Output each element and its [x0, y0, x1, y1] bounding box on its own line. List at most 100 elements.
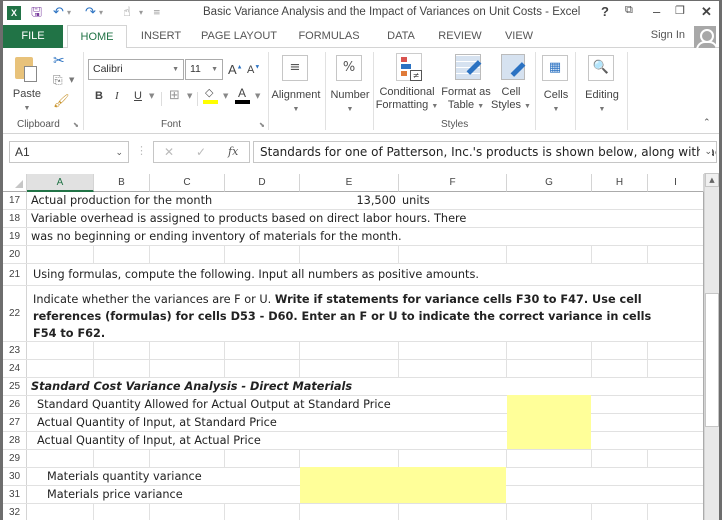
formula-input[interactable]: Standards for one of Patterson, Inc.'s p… — [253, 141, 717, 163]
column-header-a[interactable]: A — [27, 174, 94, 192]
tab-file[interactable]: FILE — [3, 25, 63, 48]
cell-a26[interactable]: Standard Quantity Allowed for Actual Out… — [37, 396, 391, 413]
row-header[interactable]: 22 — [3, 286, 27, 341]
input-cells-e30-f31[interactable] — [300, 467, 506, 503]
paste-button[interactable]: Paste ▼ — [11, 54, 45, 114]
cell-a17[interactable]: Actual production for the month — [31, 192, 212, 209]
italic-button[interactable]: I — [115, 90, 119, 102]
spreadsheet-grid[interactable]: A B C D E F G H I 17 Actual production f… — [3, 170, 719, 520]
tab-review[interactable]: REVIEW — [435, 25, 485, 48]
insert-function-icon[interactable]: fx — [228, 145, 238, 158]
copy-dropdown-icon[interactable]: ▼ — [69, 76, 74, 84]
close-icon[interactable]: ✕ — [701, 4, 712, 20]
font-name-select[interactable]: Calibri ▼ — [88, 59, 184, 80]
tab-insert[interactable]: INSERT — [133, 25, 189, 48]
column-header-c[interactable]: C — [150, 174, 225, 192]
enter-icon[interactable]: ✓ — [196, 145, 206, 159]
row-header[interactable]: 31 — [3, 486, 27, 503]
row-header[interactable]: 26 — [3, 396, 27, 413]
fill-color-button[interactable]: ◇ — [203, 86, 219, 106]
row-header[interactable]: 19 — [3, 228, 27, 245]
format-painter-icon[interactable]: 🖌 — [53, 94, 70, 109]
column-header-i[interactable]: I — [648, 174, 704, 192]
undo-icon[interactable]: ↶ — [53, 5, 64, 21]
tab-view[interactable]: VIEW — [499, 25, 539, 48]
font-launcher-icon[interactable]: ⬊ — [259, 121, 265, 129]
paste-dropdown-icon[interactable]: ▼ — [7, 102, 47, 115]
cell-a19[interactable]: was no beginning or ending inventory of … — [31, 228, 402, 245]
column-header-g[interactable]: G — [507, 174, 592, 192]
font-color-dropdown-icon[interactable]: ▼ — [255, 92, 260, 100]
cell-a25[interactable]: Standard Cost Variance Analysis - Direct… — [31, 378, 352, 395]
row-header[interactable]: 32 — [3, 504, 27, 520]
column-header-e[interactable]: E — [300, 174, 399, 192]
touch-dropdown-icon[interactable]: ▾ — [139, 5, 143, 21]
font-size-select[interactable]: 11 ▼ — [185, 59, 223, 80]
scrollbar-thumb[interactable] — [705, 293, 719, 427]
row-header[interactable]: 27 — [3, 414, 27, 431]
cut-icon[interactable]: ✂ — [53, 53, 65, 69]
cell-a28[interactable]: Actual Quantity of Input, at Actual Pric… — [37, 432, 261, 449]
cell-f17[interactable]: units — [402, 192, 430, 209]
row-header[interactable]: 17 — [3, 192, 27, 209]
cancel-icon[interactable]: ✕ — [164, 145, 174, 159]
restore-icon[interactable]: ❐ — [675, 4, 685, 17]
minimize-icon[interactable]: – — [653, 4, 660, 19]
row-header[interactable]: 23 — [3, 342, 27, 359]
tab-formulas[interactable]: FORMULAS — [295, 25, 363, 48]
row-header[interactable]: 24 — [3, 360, 27, 377]
font-color-icon: A — [238, 86, 247, 100]
ribbon-display-options-icon[interactable]: ⧉ — [625, 4, 633, 17]
borders-dropdown-icon[interactable]: ▼ — [187, 92, 192, 100]
vertical-scrollbar[interactable]: ▲ — [704, 173, 719, 520]
save-icon[interactable]: 🖫 — [31, 5, 42, 21]
row-header[interactable]: 30 — [3, 468, 27, 485]
row-header[interactable]: 25 — [3, 378, 27, 395]
copy-icon[interactable]: ⎘ — [53, 73, 63, 88]
row-header[interactable]: 21 — [3, 264, 27, 285]
column-header-d[interactable]: D — [225, 174, 300, 192]
cell-a22[interactable]: Indicate whether the variances are F or … — [33, 291, 651, 342]
increase-font-size-button[interactable]: A▲ — [228, 62, 243, 77]
cell-a27[interactable]: Actual Quantity of Input, at Standard Pr… — [37, 414, 277, 431]
column-header-h[interactable]: H — [592, 174, 648, 192]
cell-a30[interactable]: Materials quantity variance — [47, 468, 202, 485]
redo-icon[interactable]: ↷ — [85, 5, 96, 21]
collapse-ribbon-icon[interactable]: ⌃ — [703, 118, 711, 128]
tab-data[interactable]: DATA — [379, 25, 423, 48]
name-box[interactable]: A1 ⌄ — [9, 141, 129, 163]
fill-color-dropdown-icon[interactable]: ▼ — [223, 92, 228, 100]
select-all-button[interactable] — [3, 174, 27, 192]
column-header-b[interactable]: B — [94, 174, 150, 192]
expand-formula-bar-icon[interactable]: ⌄ — [700, 142, 712, 162]
formula-bar-resize-handle[interactable]: ⋮ — [136, 144, 147, 157]
row-header[interactable]: 20 — [3, 246, 27, 263]
column-header-f[interactable]: F — [399, 174, 507, 192]
tab-page-layout[interactable]: PAGE LAYOUT — [197, 25, 281, 48]
paste-label: Paste — [12, 88, 42, 100]
input-cells-g26-g28[interactable] — [507, 395, 591, 449]
user-avatar-icon[interactable] — [694, 26, 716, 48]
borders-icon[interactable]: ⊞ — [169, 88, 180, 103]
decrease-font-size-button[interactable]: A▼ — [247, 64, 260, 76]
touch-mode-icon[interactable]: ☝ — [123, 5, 131, 21]
clipboard-launcher-icon[interactable]: ⬊ — [73, 121, 79, 129]
tab-home[interactable]: HOME — [67, 25, 127, 49]
cell-a18[interactable]: Variable overhead is assigned to product… — [31, 210, 466, 227]
underline-button[interactable]: U — [134, 90, 142, 102]
cell-a31[interactable]: Materials price variance — [47, 486, 183, 503]
customize-qat-icon[interactable]: ≡ — [153, 5, 161, 21]
underline-dropdown-icon[interactable]: ▼ — [149, 92, 154, 100]
scroll-up-icon[interactable]: ▲ — [705, 173, 719, 187]
undo-dropdown-icon[interactable]: ▾ — [67, 5, 71, 21]
font-color-button[interactable]: A — [235, 86, 251, 106]
redo-dropdown-icon[interactable]: ▾ — [99, 5, 103, 21]
cell-a21[interactable]: Using formulas, compute the following. I… — [33, 264, 479, 285]
row-header[interactable]: 28 — [3, 432, 27, 449]
row-header[interactable]: 29 — [3, 450, 27, 467]
sign-in-link[interactable]: Sign In — [651, 29, 685, 41]
row-header[interactable]: 18 — [3, 210, 27, 227]
help-icon[interactable]: ? — [601, 4, 609, 19]
bold-button[interactable]: B — [95, 90, 103, 102]
cell-e17[interactable]: 13,500 — [300, 192, 396, 209]
